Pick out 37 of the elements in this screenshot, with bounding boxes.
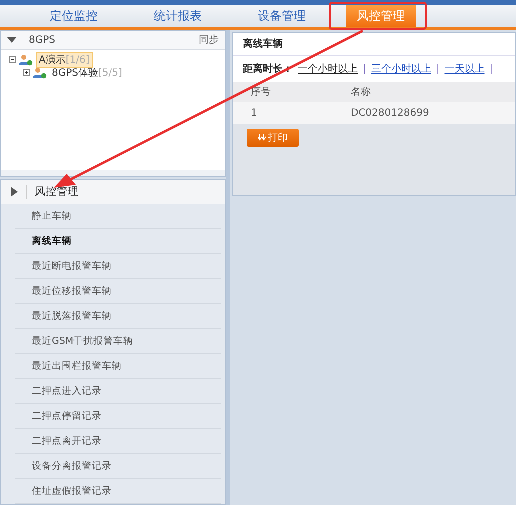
nav-tab[interactable]: 统计报表 [126, 5, 230, 27]
filter-link[interactable]: 三个小时以上 [371, 62, 432, 76]
separator: | [490, 64, 494, 74]
tree-node[interactable]: A演示[1/6] [36, 52, 93, 68]
menu-item[interactable]: 设备分离报警记录 [15, 454, 221, 479]
tree-node[interactable]: 8GPS体验[5/5] [50, 66, 124, 80]
sync-link[interactable]: 同步 [199, 33, 219, 47]
panel-title: 离线车辆 [233, 33, 515, 56]
nav-tab[interactable]: 设备管理 [230, 5, 334, 27]
user-group-icon [19, 54, 33, 66]
column-header: 名称 [351, 82, 515, 102]
menu-item[interactable]: 二押点进入记录 [15, 379, 221, 404]
download-icon [258, 134, 266, 142]
user-group-icon [33, 66, 47, 78]
separator: | [436, 64, 440, 74]
filter-link[interactable]: 一个小时以上 [298, 62, 358, 76]
menu-item[interactable]: 最近脱落报警车辆 [15, 304, 221, 329]
menu-item[interactable]: 最近位移报警车辆 [15, 279, 221, 304]
table-cell: 1 [233, 102, 351, 124]
nav-tab[interactable]: 定位监控 [22, 5, 126, 27]
collapse-icon[interactable] [9, 56, 16, 63]
menu-item[interactable]: 最近断电报警车辆 [15, 254, 221, 279]
menu-item[interactable]: 住址虚假报警记录 [15, 479, 221, 504]
tree-title: 8GPS [29, 34, 56, 46]
table-cell: DC0280128699 [351, 102, 515, 124]
menu-item[interactable]: 最近出围栏报警车辆 [15, 354, 221, 379]
expand-icon[interactable] [23, 69, 30, 76]
filter-link[interactable]: 一天以上 [444, 62, 485, 76]
menu-item[interactable]: 二押点离开记录 [15, 429, 221, 454]
menu-item[interactable]: 静止车辆 [15, 204, 221, 229]
menu-item[interactable]: 离线车辆 [15, 229, 221, 254]
dropdown-icon[interactable] [7, 37, 17, 43]
menu-item[interactable]: 最近GSM干扰报警车辆 [15, 329, 221, 354]
menu-item[interactable]: 二押点停留记录 [15, 404, 221, 429]
column-header: 序号 [233, 82, 351, 102]
expand-arrow-icon[interactable] [11, 187, 18, 197]
separator: | [363, 64, 366, 74]
